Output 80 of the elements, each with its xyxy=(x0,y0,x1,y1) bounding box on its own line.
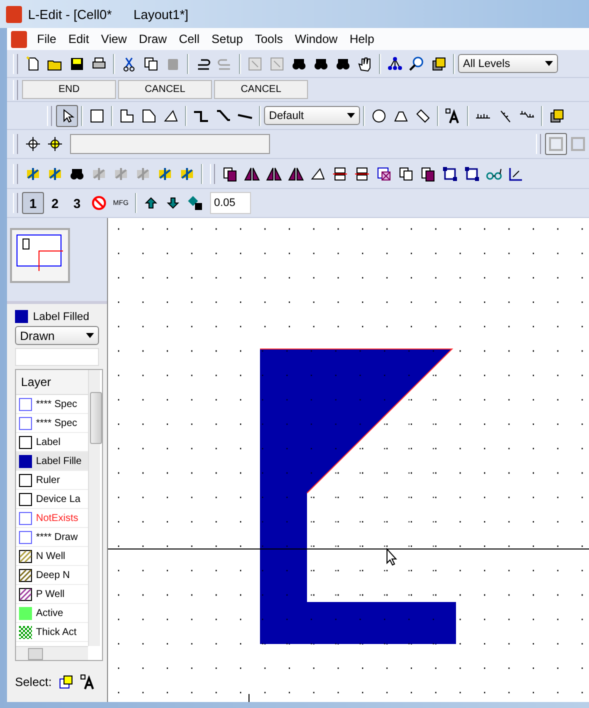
axes-icon[interactable] xyxy=(508,166,524,182)
grid-value-field[interactable]: 0.05 xyxy=(210,192,251,214)
layer-item[interactable]: Device La xyxy=(16,490,88,509)
align-icon[interactable] xyxy=(354,166,370,182)
l-polygon-icon[interactable] xyxy=(119,108,135,124)
rect-pair-icon[interactable] xyxy=(420,166,436,182)
grid-button[interactable]: 3 xyxy=(66,192,88,214)
selection-frame-icon[interactable] xyxy=(464,166,480,182)
menu-item[interactable]: Tools xyxy=(248,32,289,46)
crosshair-snap-icon[interactable] xyxy=(47,136,63,152)
layer-item[interactable]: **** Draw xyxy=(16,528,88,547)
search-icon[interactable] xyxy=(409,56,425,72)
horizontal-scrollbar[interactable] xyxy=(16,646,88,660)
menu-item[interactable]: File xyxy=(31,32,62,46)
selection-frame-icon[interactable] xyxy=(442,166,458,182)
crosshair-icon[interactable] xyxy=(25,136,41,152)
mirror-icon[interactable] xyxy=(244,166,260,182)
menu-item[interactable]: Draw xyxy=(132,32,173,46)
text-tool-icon[interactable] xyxy=(445,108,461,124)
mirror-icon[interactable] xyxy=(288,166,304,182)
levels-dropdown[interactable]: All Levels xyxy=(458,54,558,73)
menu-item[interactable]: Setup xyxy=(206,32,249,46)
align-icon[interactable] xyxy=(332,166,348,182)
command-button[interactable]: CANCEL xyxy=(118,80,212,99)
layers-icon[interactable] xyxy=(431,56,447,72)
scissors-icon[interactable] xyxy=(121,56,137,72)
diagonal-wire-icon[interactable] xyxy=(215,108,231,124)
circle-icon[interactable] xyxy=(371,108,387,124)
mirror-icon[interactable] xyxy=(266,166,282,182)
current-layer-label: Label Filled xyxy=(33,310,90,322)
hierarchy-icon[interactable] xyxy=(387,56,403,72)
text-tool-icon[interactable] xyxy=(80,674,96,690)
down-arrow-grid-icon[interactable] xyxy=(165,195,181,211)
cross-box-icon[interactable] xyxy=(376,166,392,182)
layer-item[interactable]: NotExists xyxy=(16,509,88,528)
square-icon[interactable] xyxy=(89,108,105,124)
layer-item[interactable]: **** Spec xyxy=(16,395,88,414)
mouse-cursor-icon xyxy=(386,548,398,566)
cut-polygon-icon[interactable] xyxy=(141,108,157,124)
copy-icon[interactable] xyxy=(398,166,414,182)
layers-icon[interactable] xyxy=(58,674,74,690)
menu-item[interactable]: Cell xyxy=(172,32,206,46)
layer-item[interactable]: Ruler xyxy=(16,471,88,490)
command-button[interactable]: CANCEL xyxy=(214,80,308,99)
triangle-icon[interactable] xyxy=(310,166,326,182)
command-button[interactable]: END xyxy=(22,80,116,99)
grid-button[interactable]: 1 xyxy=(22,192,44,214)
layers-icon[interactable] xyxy=(549,108,565,124)
input-field[interactable] xyxy=(70,134,270,154)
app-logo-icon xyxy=(6,6,22,22)
layer-item[interactable]: P Well xyxy=(16,585,88,604)
no-symbol-icon[interactable] xyxy=(91,195,107,211)
up-arrow-grid-icon[interactable] xyxy=(143,195,159,211)
hand-icon[interactable] xyxy=(357,56,373,72)
save-icon[interactable] xyxy=(69,56,85,72)
select-label: Select: xyxy=(15,675,52,689)
layer-item[interactable]: Label Fille xyxy=(16,452,88,471)
layer-item[interactable]: Active xyxy=(16,604,88,623)
menu-item[interactable]: Edit xyxy=(62,32,96,46)
app-logo-icon[interactable] xyxy=(11,30,27,48)
layer-item[interactable]: **** Spec xyxy=(16,414,88,433)
column-header[interactable]: Layer xyxy=(16,370,88,395)
new-file-icon[interactable] xyxy=(25,56,41,72)
menu-item[interactable]: View xyxy=(95,32,133,46)
printer-icon[interactable] xyxy=(91,56,107,72)
rect-pair-icon[interactable] xyxy=(222,166,238,182)
copy-icon[interactable] xyxy=(143,56,159,72)
layer-item[interactable]: Deep N xyxy=(16,566,88,585)
triangle-icon[interactable] xyxy=(163,108,179,124)
menu-item[interactable]: Help xyxy=(344,32,380,46)
cell-preview xyxy=(10,228,70,283)
layout-polygon[interactable] xyxy=(260,349,456,644)
vertical-axis-line xyxy=(248,694,250,702)
vertical-scrollbar[interactable] xyxy=(88,370,100,646)
window-title: L-Edit - [Cell0* Layout1*] xyxy=(28,6,188,22)
style-dropdown[interactable]: Default xyxy=(264,106,360,125)
grid-button[interactable]: 2 xyxy=(44,192,66,214)
mode-dropdown[interactable]: Drawn xyxy=(15,326,99,345)
menu-item[interactable]: Window xyxy=(288,32,344,46)
layer-item[interactable]: N Well xyxy=(16,547,88,566)
